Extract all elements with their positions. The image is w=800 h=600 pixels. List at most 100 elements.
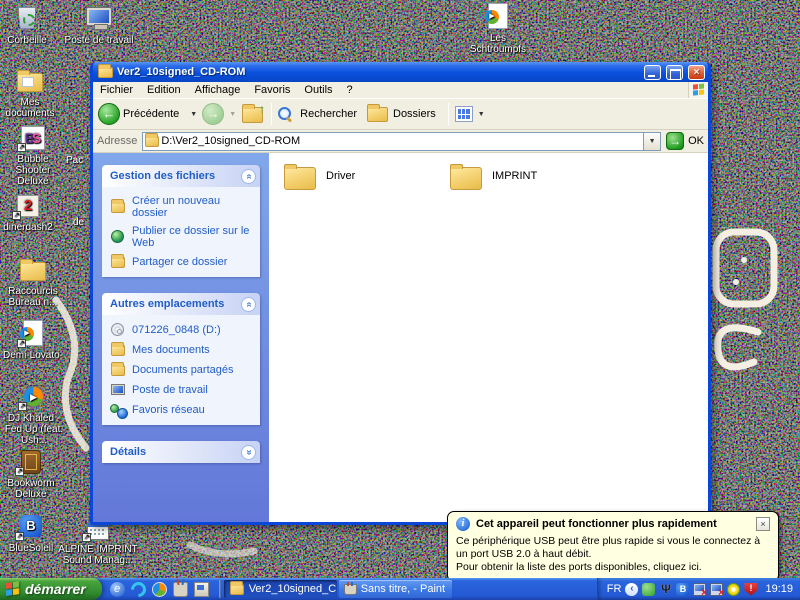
safely-remove-hardware-icon[interactable] [642, 583, 655, 596]
desktop-icon-label: Poste de travail [63, 35, 135, 46]
folders-button-icon[interactable] [366, 104, 390, 124]
usb-device-icon[interactable]: Ψ [659, 583, 672, 596]
expand-chevron-icon[interactable]: « [241, 445, 256, 460]
collapse-chevron-icon[interactable]: « [241, 297, 256, 312]
desktop-icon-label: ALPINE IMPRINT Sound Manag... [57, 544, 139, 566]
menu-edition[interactable]: Edition [140, 83, 188, 97]
search-icon[interactable] [278, 107, 293, 122]
menu-affichage[interactable]: Affichage [188, 83, 248, 97]
clock[interactable]: 19:19 [761, 583, 793, 595]
menu-favoris[interactable]: Favoris [247, 83, 297, 97]
msn-browser-icon[interactable] [128, 578, 149, 599]
menu-bar: Fichier Edition Affichage Favoris Outils… [93, 82, 708, 99]
balloon-close-icon[interactable]: × [756, 517, 770, 531]
desktop-icon-bluesoleil[interactable]: B ↗ BlueSoleil [0, 513, 65, 554]
start-label: démarrer [25, 581, 86, 597]
back-button-icon[interactable]: ← [98, 103, 120, 125]
desktop-icon-raccourcis-bureau[interactable]: Raccourcis Bureau n... [0, 256, 67, 308]
address-value[interactable]: D:\Ver2_10signed_CD-ROM [161, 135, 643, 147]
desktop-icon-recycle-bin[interactable]: Corbeille [0, 5, 61, 46]
minimize-button[interactable] [644, 65, 661, 80]
folder-icon [229, 583, 245, 596]
address-dropdown-icon[interactable]: ▼ [643, 133, 660, 150]
panel-header-file-tasks[interactable]: Gestion des fichiers « [102, 165, 260, 187]
maximize-button[interactable] [666, 65, 683, 80]
close-button[interactable]: × [688, 65, 705, 80]
desktop-icon-my-documents[interactable]: Mes documents [0, 67, 64, 119]
menu-outils[interactable]: Outils [297, 83, 339, 97]
file-list-area[interactable]: Driver IMPRINT [269, 153, 708, 522]
network-disconnected-icon[interactable] [710, 583, 723, 596]
task-label: Ver2_10signed_CD-R... [249, 583, 337, 595]
taskbar-task-explorer[interactable]: Ver2_10signed_CD-R... [224, 580, 337, 598]
desktop-icon-dj-khaled[interactable]: ▶ ↗ DJ Khaled - Fed Up (feat. Ush... [0, 383, 70, 446]
bluetooth-tray-icon[interactable]: B [676, 583, 689, 596]
up-button[interactable]: ↑ [241, 102, 265, 126]
address-bar: Adresse D:\Ver2_10signed_CD-ROM ▼ → OK [93, 130, 708, 153]
folder-item-imprint[interactable]: IMPRINT [449, 161, 537, 191]
desktop-icon-label: Bookworm Deluxe [0, 478, 65, 500]
desktop-icon-dinerdash2[interactable]: 2 ↗ dinerdash2 [0, 192, 62, 233]
views-dropdown-icon[interactable]: ▼ [478, 111, 485, 118]
task-pane: Gestion des fichiers « Créer un nouveau … [93, 153, 269, 522]
desktop-icon-bookworm[interactable]: ↗ Bookworm Deluxe [0, 448, 65, 500]
place-my-computer[interactable]: Poste de travail [110, 383, 256, 397]
language-indicator[interactable]: FR [607, 583, 622, 595]
go-button[interactable]: → OK [666, 132, 704, 150]
folder-item-driver[interactable]: Driver [283, 161, 355, 191]
desktop-icon-label: dinerdash2 [0, 222, 62, 233]
address-label: Adresse [97, 135, 137, 147]
menu-fichier[interactable]: Fichier [93, 83, 140, 97]
task-publish-web[interactable]: Publier ce dossier sur le Web [110, 225, 256, 249]
taskbar-separator [219, 580, 221, 598]
media-player-icon[interactable] [152, 582, 167, 597]
place-my-documents[interactable]: Mes documents [110, 343, 256, 357]
taskbar-task-paint[interactable]: Sans titre, - Paint [339, 580, 452, 598]
desktop-icon-alpine-imprint[interactable]: ↗ ALPINE IMPRINT Sound Manag... [57, 518, 139, 566]
desktop-icon-bubble-shooter[interactable]: BS ↗ Bubble Shooter Deluxe [0, 124, 67, 187]
internet-explorer-icon[interactable]: e [110, 582, 125, 597]
folders-button-label[interactable]: Dossiers [393, 108, 436, 120]
back-dropdown-icon[interactable]: ▼ [190, 111, 197, 118]
my-computer-icon [86, 7, 112, 26]
info-icon: i [456, 517, 470, 531]
panel-file-tasks: Gestion des fichiers « Créer un nouveau … [102, 165, 260, 277]
desktop-icon-my-computer[interactable]: Poste de travail [63, 5, 135, 46]
security-alert-icon[interactable]: ! [744, 583, 757, 596]
back-button-label[interactable]: Précédente [123, 108, 179, 120]
shortcut-arrow-icon: ↗ [17, 339, 26, 348]
panel-title: Autres emplacements [110, 298, 224, 310]
task-share-folder[interactable]: Partager ce dossier [110, 255, 256, 269]
desktop-icon-demi-lovato[interactable]: ▶ ↗ Demi-Lovato- [0, 320, 67, 361]
messenger-icon[interactable] [727, 583, 740, 596]
system-tray: FR ‹ Ψ B ! 19:19 [597, 578, 800, 600]
task-create-folder[interactable]: Créer un nouveau dossier [110, 195, 256, 219]
menu-help[interactable]: ? [340, 83, 360, 97]
network-disconnected-icon[interactable] [693, 583, 706, 596]
start-button[interactable]: démarrer [0, 578, 102, 600]
web-globe-icon [110, 230, 126, 244]
collapse-chevron-icon[interactable]: « [241, 169, 256, 184]
desktop-icon-label: Raccourcis Bureau n... [0, 286, 67, 308]
place-cd-drive[interactable]: 071226_0848 (D:) [110, 323, 256, 337]
paint-icon[interactable] [173, 582, 188, 597]
desktop-icon-les-schtroumpfs[interactable]: ▶ Les Schtroumpfs [461, 3, 535, 55]
place-shared-documents[interactable]: Documents partagés [110, 363, 256, 377]
views-button-icon[interactable] [455, 106, 473, 122]
desktop-icon-label-partial: de [73, 217, 84, 228]
address-input[interactable]: D:\Ver2_10signed_CD-ROM ▼ [142, 132, 661, 151]
title-bar[interactable]: Ver2_10signed_CD-ROM × [93, 62, 708, 82]
search-button-label[interactable]: Rechercher [300, 108, 357, 120]
panel-header-other-places[interactable]: Autres emplacements « [102, 293, 260, 315]
balloon-body-2[interactable]: Pour obtenir la liste des ports disponib… [456, 561, 770, 574]
forward-button-icon[interactable]: → [202, 103, 224, 125]
go-arrow-icon: → [666, 132, 684, 150]
forward-dropdown-icon: ▼ [229, 111, 236, 118]
show-desktop-icon[interactable] [194, 582, 209, 597]
shortcut-arrow-icon: ↗ [17, 143, 26, 152]
hide-tray-icons-icon[interactable]: ‹ [625, 583, 638, 596]
panel-header-details[interactable]: Détails « [102, 441, 260, 463]
new-folder-icon [110, 200, 126, 214]
place-network[interactable]: Favoris réseau [110, 403, 256, 417]
shortcut-arrow-icon: ↗ [12, 211, 21, 220]
